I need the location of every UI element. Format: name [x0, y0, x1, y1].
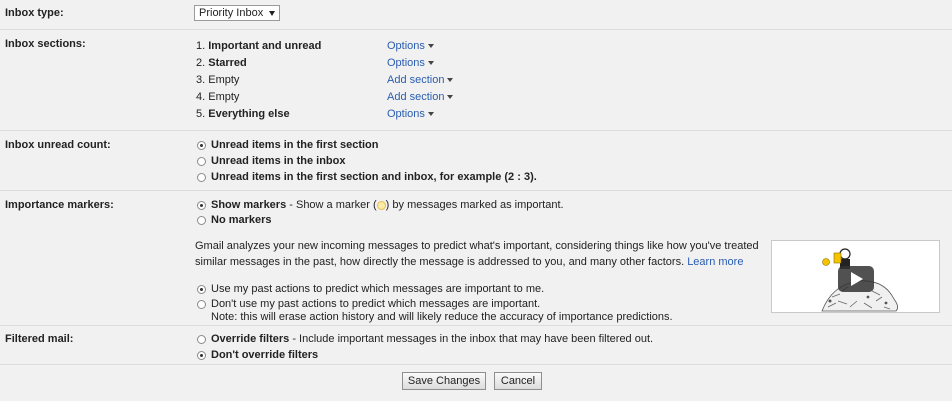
unread-count-row: Inbox unread count: Unread items in the … — [0, 131, 952, 191]
inbox-sections-label: Inbox sections: — [5, 38, 86, 50]
section-1-options-link[interactable]: Options — [387, 40, 434, 52]
inbox-sections-row: Inbox sections: 1. Important and unread … — [0, 30, 952, 131]
footer-actions: Save Changes Cancel — [0, 365, 952, 401]
dont-override-filters-label[interactable]: Don't override filters — [211, 349, 318, 361]
unread-first-and-inbox-label[interactable]: Unread items in the first section and in… — [211, 171, 537, 183]
override-filters-label: Override filters — [211, 333, 290, 345]
unread-first-section-radio[interactable] — [197, 141, 206, 150]
importance-markers-label: Importance markers: — [5, 199, 114, 211]
unread-first-section-label[interactable]: Unread items in the first section — [211, 139, 378, 151]
section-action-label: Add section — [387, 74, 445, 86]
section-action-label: Add section — [387, 91, 445, 103]
section-action-label: Options — [387, 57, 425, 69]
section-2-options-link[interactable]: Options — [387, 57, 434, 69]
section-4: 4. Empty — [196, 91, 239, 103]
section-name: Everything else — [208, 108, 290, 120]
use-past-actions-radio[interactable] — [197, 285, 206, 294]
unread-count-label: Inbox unread count: — [5, 139, 111, 151]
section-2: 2. Starred — [196, 57, 247, 69]
inbox-type-row: Inbox type: Priority Inbox — [0, 0, 952, 30]
show-markers-radio[interactable] — [197, 201, 206, 210]
dont-override-filters-radio[interactable] — [197, 351, 206, 360]
section-number: 2. — [196, 57, 206, 69]
unread-first-and-inbox-radio[interactable] — [197, 173, 206, 182]
section-3: 3. Empty — [196, 74, 239, 86]
section-name: Empty — [208, 74, 240, 86]
override-filters-radio[interactable] — [197, 335, 206, 344]
dont-use-past-actions-radio[interactable] — [197, 300, 206, 309]
section-number: 5. — [196, 108, 206, 120]
cancel-button[interactable]: Cancel — [494, 372, 542, 390]
section-3-add-section-link[interactable]: Add section — [387, 74, 454, 86]
section-number: 1. — [196, 40, 206, 52]
chevron-down-icon — [427, 44, 434, 49]
erase-history-note: Note: this will erase action history and… — [211, 311, 673, 323]
show-markers-label: Show markers — [211, 199, 287, 211]
section-5: 5. Everything else — [196, 108, 290, 120]
importance-explanation-line-1: Gmail analyzes your new incoming message… — [195, 240, 759, 252]
inbox-type-select[interactable]: Priority Inbox — [194, 5, 280, 21]
show-markers-option[interactable]: Show markers - Show a marker ( ) by messa… — [211, 199, 564, 211]
use-past-actions-label[interactable]: Use my past actions to predict which mes… — [211, 283, 544, 295]
section-name: Important and unread — [208, 40, 322, 52]
unread-inbox-radio[interactable] — [197, 157, 206, 166]
dropdown-arrow-icon — [269, 11, 275, 16]
importance-marker-icon — [376, 200, 386, 210]
inbox-type-selected: Priority Inbox — [199, 7, 264, 19]
filtered-mail-label: Filtered mail: — [5, 333, 74, 345]
dont-use-past-actions-label[interactable]: Don't use my past actions to predict whi… — [211, 298, 540, 310]
inbox-type-label: Inbox type: — [5, 7, 64, 19]
override-filters-option[interactable]: Override filters - Include important mes… — [211, 333, 653, 345]
chevron-down-icon — [447, 78, 454, 83]
section-action-label: Options — [387, 108, 425, 120]
importance-video-thumbnail[interactable] — [771, 240, 940, 313]
section-name: Starred — [208, 57, 247, 69]
chevron-down-icon — [427, 112, 434, 117]
override-filters-desc: - Include important messages in the inbo… — [289, 333, 654, 345]
no-markers-label[interactable]: No markers — [211, 214, 272, 226]
importance-explanation-text: similar messages in the past, how direct… — [195, 256, 685, 268]
section-4-add-section-link[interactable]: Add section — [387, 91, 454, 103]
section-number: 3. — [196, 74, 206, 86]
no-markers-radio[interactable] — [197, 216, 206, 225]
show-markers-desc-post: ) by messages marked as important. — [385, 199, 564, 211]
section-number: 4. — [196, 91, 206, 103]
importance-explanation-line-2: similar messages in the past, how direct… — [195, 256, 743, 268]
section-1: 1. Important and unread — [196, 40, 321, 52]
filtered-mail-row: Filtered mail: Override filters - Includ… — [0, 326, 952, 365]
learn-more-link[interactable]: Learn more — [687, 256, 743, 268]
section-5-options-link[interactable]: Options — [387, 108, 434, 120]
video-illustration-icon — [821, 248, 898, 312]
chevron-down-icon — [427, 61, 434, 66]
show-markers-desc-pre: - Show a marker ( — [286, 199, 377, 211]
chevron-down-icon — [447, 95, 454, 100]
unread-inbox-label[interactable]: Unread items in the inbox — [211, 155, 345, 167]
save-changes-button[interactable]: Save Changes — [402, 372, 486, 390]
section-name: Empty — [208, 91, 240, 103]
section-action-label: Options — [387, 40, 425, 52]
